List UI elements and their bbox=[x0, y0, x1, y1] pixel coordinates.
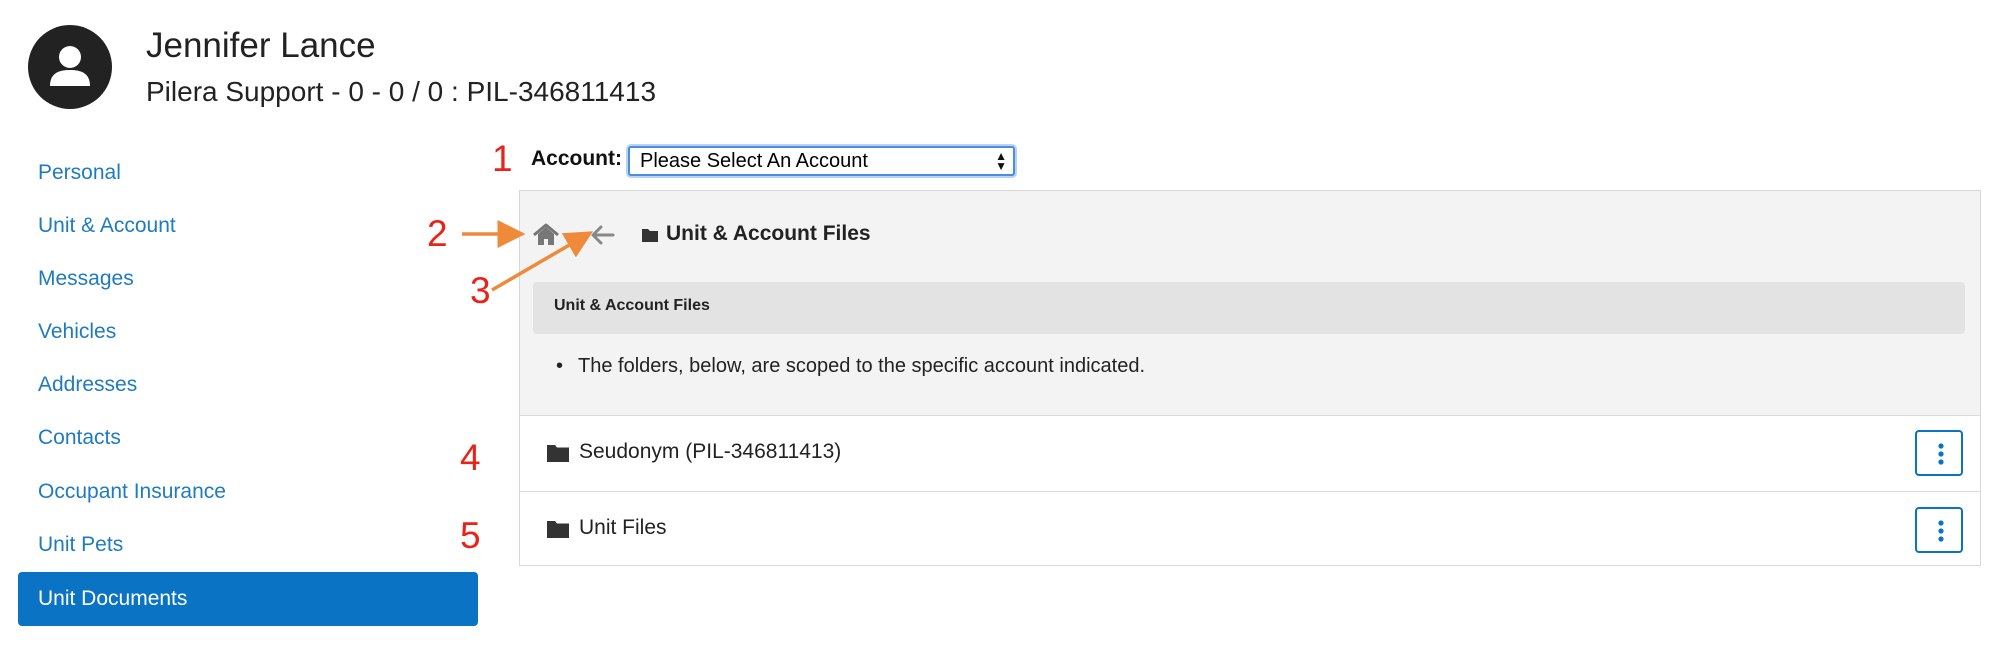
account-select-value: Please Select An Account bbox=[640, 150, 868, 172]
folder-menu-button[interactable] bbox=[1915, 507, 1963, 553]
row-divider bbox=[520, 415, 1980, 416]
user-avatar bbox=[28, 25, 112, 109]
kebab-menu-icon bbox=[1938, 520, 1944, 542]
folder-icon bbox=[547, 521, 569, 538]
annotation-number: 4 bbox=[460, 437, 481, 478]
sidebar-item-contacts[interactable]: Contacts bbox=[18, 411, 478, 465]
annotation-number: 3 bbox=[470, 270, 491, 311]
sidebar-item-messages[interactable]: Messages bbox=[18, 252, 478, 306]
folder-menu-button[interactable] bbox=[1915, 430, 1963, 476]
back-arrow-icon[interactable] bbox=[589, 222, 617, 248]
sidebar-item-vehicles[interactable]: Vehicles bbox=[18, 305, 478, 359]
info-text: The folders, below, are scoped to the sp… bbox=[556, 355, 1145, 378]
current-folder-title: Unit & Account Files bbox=[666, 222, 871, 245]
user-name: Jennifer Lance bbox=[146, 26, 376, 65]
account-select[interactable]: Please Select An Account ▲ ▼ bbox=[628, 146, 1015, 176]
user-icon bbox=[50, 46, 90, 86]
sidebar-item-unit-pets[interactable]: Unit Pets bbox=[18, 518, 478, 572]
sidebar-item-occupant-insurance[interactable]: Occupant Insurance bbox=[18, 465, 478, 519]
sidebar-item-unit-documents[interactable]: Unit Documents bbox=[18, 572, 478, 626]
annotation-number: 1 bbox=[492, 138, 513, 179]
select-arrows-icon: ▲ ▼ bbox=[995, 149, 1007, 173]
user-subtitle: Pilera Support - 0 - 0 / 0 : PIL-3468114… bbox=[146, 76, 657, 107]
info-bar bbox=[533, 282, 1965, 334]
sidebar-item-unit-account[interactable]: Unit & Account bbox=[18, 199, 478, 253]
folder-name[interactable]: Seudonym (PIL-346811413) bbox=[579, 440, 841, 464]
folder-icon bbox=[642, 229, 658, 242]
account-label: Account: bbox=[531, 147, 622, 170]
annotation-number: 2 bbox=[427, 213, 448, 254]
kebab-menu-icon bbox=[1938, 443, 1944, 465]
annotation-number: 5 bbox=[460, 515, 481, 556]
folder-name[interactable]: Unit Files bbox=[579, 516, 667, 540]
info-bar-title: Unit & Account Files bbox=[554, 297, 710, 314]
row-divider bbox=[520, 491, 1980, 492]
folder-icon bbox=[547, 445, 569, 462]
sidebar-item-addresses[interactable]: Addresses bbox=[18, 358, 478, 412]
home-icon[interactable] bbox=[532, 222, 560, 248]
sidebar-item-personal[interactable]: Personal bbox=[18, 146, 478, 200]
